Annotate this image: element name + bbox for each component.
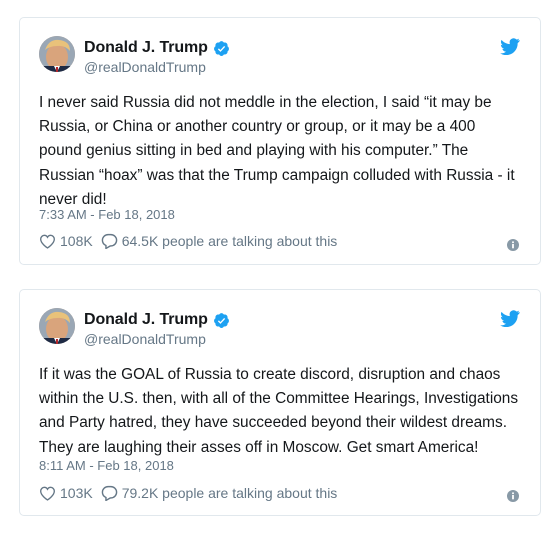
reply-action[interactable]: 64.5K people are talking about this [101, 233, 338, 249]
handle[interactable]: @realDonaldTrump [84, 331, 230, 347]
verified-badge-icon [213, 40, 230, 57]
tweet-card[interactable]: Donald J. Trump @realDonaldTrump If it w… [19, 289, 541, 516]
like-action[interactable]: 108K [39, 233, 93, 249]
avatar[interactable] [39, 36, 75, 72]
twitter-bird-icon[interactable] [500, 310, 520, 328]
tweet-timestamp[interactable]: 7:33 AM - Feb 18, 2018 [39, 207, 175, 222]
avatar[interactable] [39, 308, 75, 344]
info-icon[interactable] [507, 238, 519, 251]
heart-icon [39, 234, 56, 249]
tweet-text-line: If it was the GOAL of Russia to create d… [39, 366, 501, 383]
twitter-bird-icon[interactable] [500, 38, 520, 56]
tweet-text-line: and Party hatred, they have succeeded be… [39, 414, 507, 432]
tweet-actions: 108K 64.5K people are talking about this [39, 233, 337, 249]
tweet-card[interactable]: Donald J. Trump @realDonaldTrump I never… [19, 17, 541, 265]
display-name[interactable]: Donald J. Trump [84, 39, 208, 57]
tweet-text: I never said Russia did not meddle in th… [39, 91, 527, 212]
like-action[interactable]: 103K [39, 485, 93, 501]
reply-bubble-icon [101, 485, 117, 501]
talking-count: 79.2K people are talking about this [121, 485, 338, 501]
tweet-text-line: I never said Russia did not meddle in th… [39, 94, 492, 111]
tweet-timestamp[interactable]: 8:11 AM - Feb 18, 2018 [39, 458, 174, 473]
verified-badge-icon [213, 312, 230, 329]
reply-bubble-icon [101, 233, 117, 249]
tweet-text-line: They are laughing their asses off in Mos… [39, 438, 479, 456]
tweet-text: If it was the GOAL of Russia to create d… [39, 363, 527, 460]
talking-count: 64.5K people are talking about this [121, 233, 338, 249]
author-block[interactable]: Donald J. Trump @realDonaldTrump [84, 310, 230, 347]
heart-icon [39, 486, 56, 501]
tweet-actions: 103K 79.2K people are talking about this [39, 485, 337, 501]
reply-action[interactable]: 79.2K people are talking about this [101, 485, 338, 501]
tweet-text-line: Russia, or China or another country or g… [39, 118, 476, 136]
tweet-text-line: within the U.S. then, with all of the Co… [39, 390, 519, 408]
handle[interactable]: @realDonaldTrump [84, 59, 230, 75]
tweet-text-line: pound genius sitting in bed and playing … [39, 142, 469, 160]
like-count: 108K [60, 233, 93, 249]
display-name[interactable]: Donald J. Trump [84, 311, 208, 329]
like-count: 103K [60, 485, 93, 501]
author-block[interactable]: Donald J. Trump @realDonaldTrump [84, 38, 230, 75]
tweet-text-line: Russian “hoax” was that the Trump campai… [39, 166, 515, 184]
info-icon[interactable] [507, 489, 519, 502]
